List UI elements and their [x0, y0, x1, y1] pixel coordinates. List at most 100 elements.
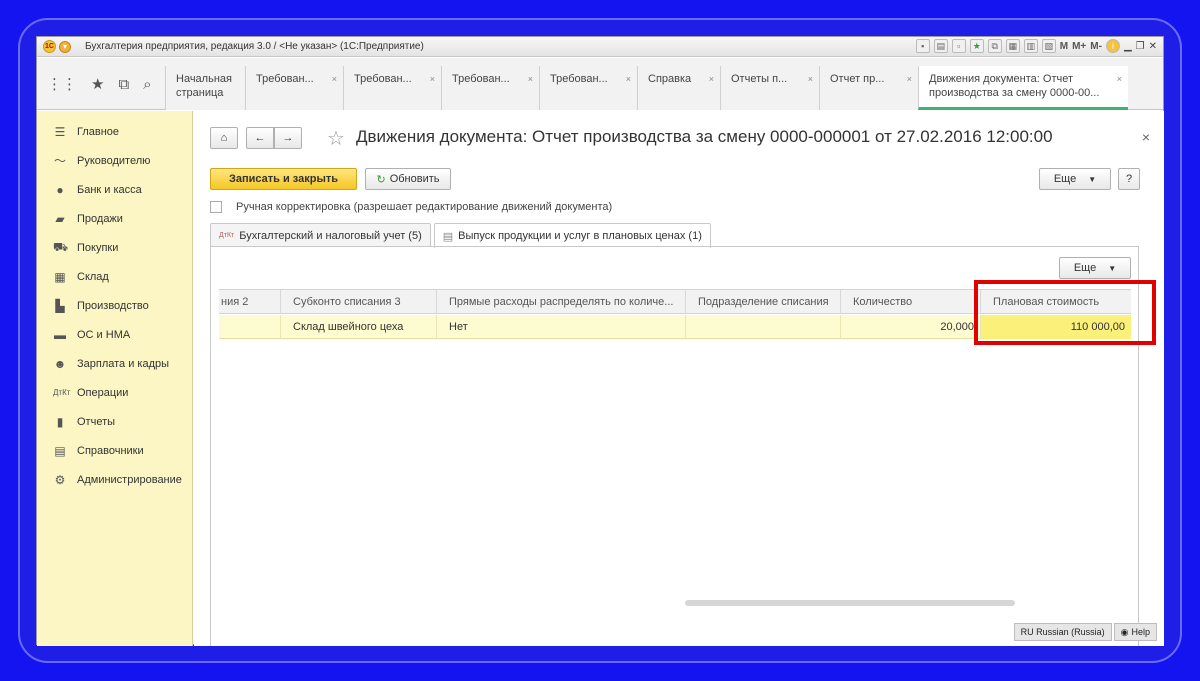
window-close-icon[interactable]: ✕ [1149, 41, 1157, 52]
sidebar-item-assets[interactable]: ▬ ОС и НМА [37, 320, 192, 349]
sidebar-item-main[interactable]: ☰ Главное [37, 117, 192, 146]
tab-requirement-2[interactable]: Требован... × [343, 66, 441, 110]
tab-close-icon[interactable]: × [430, 72, 435, 86]
horizontal-scrollbar[interactable] [685, 600, 1015, 606]
tab-label: Требован... [550, 73, 608, 85]
tab-close-icon[interactable]: × [907, 72, 912, 86]
help-status-label: Help [1131, 627, 1150, 637]
column-header[interactable]: Количество [841, 290, 981, 314]
memory-m-button[interactable]: M [1060, 41, 1068, 52]
refresh-button[interactable]: ↻ Обновить [365, 168, 451, 190]
tab-production-report[interactable]: Отчет пр... × [819, 66, 918, 110]
home-button[interactable]: ⌂ [210, 127, 238, 149]
tab-requirement-3[interactable]: Требован... × [441, 66, 539, 110]
column-header[interactable]: Субконто списания 3 [281, 290, 437, 314]
tab-close-icon[interactable]: × [332, 72, 337, 86]
tab-home[interactable]: Начальная страница [165, 66, 245, 110]
tab-production-output[interactable]: ▤ Выпуск продукции и услуг в плановых це… [433, 223, 711, 248]
arrow-right-icon: → [282, 132, 294, 144]
favorites-icon[interactable]: ★ [91, 75, 104, 93]
calculator-icon[interactable]: ▥ [1023, 39, 1038, 53]
apps-grid-icon[interactable]: ⋮⋮ [47, 75, 77, 93]
table-cell[interactable] [686, 315, 841, 339]
people-icon: ☻ [53, 356, 67, 371]
forward-button[interactable]: → [274, 127, 302, 149]
save-icon[interactable]: ▪ [915, 39, 930, 53]
column-header[interactable]: Подразделение списания [686, 290, 841, 314]
sidebar-item-purchases[interactable]: ⛟ Покупки [37, 233, 192, 262]
favorite-star-icon[interactable]: ☆ [327, 126, 345, 151]
more-label: Еще [1073, 262, 1097, 274]
sidebar-item-warehouse[interactable]: ▦ Склад [37, 262, 192, 291]
sidebar-item-reports[interactable]: ▮ Отчеты [37, 407, 192, 436]
table-cell[interactable]: Склад швейного цеха [281, 315, 437, 339]
help-circle-icon: ◉ [1120, 626, 1129, 637]
table-cell[interactable] [219, 315, 281, 339]
language-indicator[interactable]: RU Russian (Russia) [1013, 623, 1112, 641]
close-icon[interactable]: × [1142, 129, 1150, 145]
sidebar-item-salary[interactable]: ☻ Зарплата и кадры [37, 349, 192, 378]
memory-plus-button[interactable]: M+ [1072, 41, 1086, 52]
tab-label: Начальная страница [176, 73, 232, 99]
link-icon[interactable]: ⧉ [987, 39, 1002, 53]
tab-help[interactable]: Справка × [637, 66, 720, 110]
highlight-box [974, 280, 1156, 345]
refresh-label: Обновить [389, 173, 440, 185]
tab-close-icon[interactable]: × [528, 72, 533, 86]
sidebar-item-production[interactable]: ▙ Производство [37, 291, 192, 320]
chevron-down-icon: ▼ [1108, 263, 1117, 273]
home-icon: ⌂ [220, 132, 228, 144]
window-minimize-icon[interactable]: ▁ [1124, 41, 1132, 52]
column-header[interactable]: Прямые расходы распределять по количе... [437, 290, 686, 314]
help-button[interactable]: ? [1118, 168, 1140, 190]
dt-kt-icon: ДтКт [219, 232, 235, 239]
column-header[interactable]: ния 2 [219, 290, 281, 314]
sidebar-item-operations[interactable]: ДтКт Операции [37, 378, 192, 407]
sidebar-item-label: Производство [77, 299, 149, 312]
tab-accounting[interactable]: ДтКт Бухгалтерский и налоговый учет (5) [210, 223, 431, 247]
window-restore-icon[interactable]: ❐ [1136, 41, 1145, 52]
sidebar-item-manager[interactable]: 〜 Руководителю [37, 146, 192, 175]
sidebar-item-label: Продажи [77, 212, 123, 225]
sidebar-item-label: Операции [77, 386, 129, 399]
tab-close-icon[interactable]: × [808, 72, 813, 86]
memory-minus-button[interactable]: M- [1090, 41, 1102, 52]
search-icon[interactable]: ⌕ [143, 76, 151, 93]
table-cell[interactable]: 20,000 [841, 315, 981, 339]
sidebar-item-sales[interactable]: ▰ Продажи [37, 204, 192, 233]
manual-correction-checkbox[interactable] [210, 201, 222, 213]
chevron-down-icon: ▼ [1088, 174, 1097, 184]
back-button[interactable]: ← [246, 127, 274, 149]
tab-requirement-1[interactable]: Требован... × [245, 66, 343, 110]
sidebar-item-bank[interactable]: ● Банк и касса [37, 175, 192, 204]
tab-close-icon[interactable]: × [709, 72, 714, 86]
cart-icon: ⛟ [53, 239, 69, 254]
trend-chart-icon: 〜 [53, 154, 66, 168]
history-icon[interactable]: ⧉ [118, 76, 129, 93]
tab-reports[interactable]: Отчеты п... × [720, 66, 819, 110]
favorites-star-icon[interactable]: ★ [969, 39, 984, 53]
sidebar-item-directories[interactable]: ▤ Справочники [37, 436, 192, 465]
table-cell[interactable]: Нет [437, 315, 686, 339]
preview-icon[interactable]: ▫ [951, 39, 966, 53]
print-icon[interactable]: ▤ [933, 39, 948, 53]
sidebar-item-label: Администрирование [77, 473, 182, 486]
tab-close-icon[interactable]: × [626, 72, 631, 86]
warehouse-grid-icon: ▦ [54, 269, 66, 284]
grid-more-button[interactable]: Еще ▼ [1059, 257, 1131, 279]
nav-tools: ⋮⋮ ★ ⧉ ⌕ [37, 58, 165, 110]
refresh-icon: ↻ [376, 173, 386, 186]
tab-requirement-4[interactable]: Требован... × [539, 66, 637, 110]
tab-label: Требован... [354, 73, 412, 85]
sidebar-item-admin[interactable]: ⚙ Администрирование [37, 465, 192, 494]
save-and-close-button[interactable]: Записать и закрыть [210, 168, 357, 190]
calendar-icon[interactable]: ▧ [1041, 39, 1056, 53]
history-icon[interactable]: ▦ [1005, 39, 1020, 53]
main-menu-icon[interactable]: ▾ [59, 40, 71, 53]
more-button[interactable]: Еще ▼ [1039, 168, 1111, 190]
page-title: Движения документа: Отчет производства з… [356, 127, 1053, 146]
tab-close-icon[interactable]: × [1117, 72, 1122, 86]
info-icon[interactable]: i [1105, 39, 1120, 53]
help-status-button[interactable]: ◉ Help [1113, 623, 1157, 641]
tab-document-movements[interactable]: Движения документа: Отчет производства з… [918, 66, 1128, 110]
